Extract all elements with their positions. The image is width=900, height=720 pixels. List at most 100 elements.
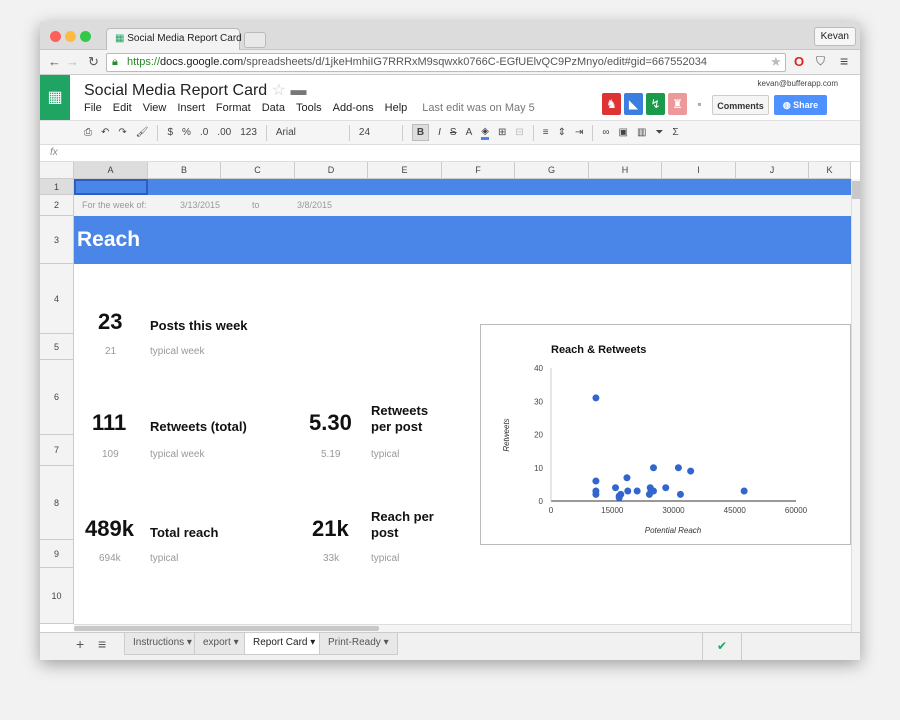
column-header-j[interactable]: J bbox=[736, 162, 809, 179]
row-header-8[interactable]: 8 bbox=[40, 466, 74, 540]
font-select[interactable]: Arial bbox=[276, 127, 340, 138]
vertical-scrollbar[interactable] bbox=[851, 179, 860, 632]
select-all-corner[interactable] bbox=[40, 162, 74, 179]
row-header-5[interactable]: 5 bbox=[40, 334, 74, 360]
currency-button[interactable]: $ bbox=[167, 127, 173, 138]
borders-icon[interactable]: ⊞ bbox=[498, 127, 506, 138]
text-color-button[interactable]: A bbox=[466, 127, 473, 138]
sheet-tab-instructions[interactable]: Instructions ▾ bbox=[124, 633, 201, 655]
row-header-9[interactable]: 9 bbox=[40, 540, 74, 568]
menu-format[interactable]: Format bbox=[216, 102, 251, 114]
paint-format-icon[interactable]: 🖌︎ bbox=[136, 127, 149, 138]
addon-icon-2[interactable]: ◣ bbox=[624, 93, 643, 115]
sheets-logo[interactable]: ▦ bbox=[40, 75, 70, 120]
sheet-tab-report-card[interactable]: Report Card ▾ bbox=[244, 633, 325, 655]
row-header-6[interactable]: 6 bbox=[40, 360, 74, 435]
comments-button[interactable]: Comments bbox=[712, 95, 769, 115]
menu-edit[interactable]: Edit bbox=[113, 102, 132, 114]
link-icon[interactable]: ∞ bbox=[602, 127, 609, 138]
row-header-4[interactable]: 4 bbox=[40, 264, 74, 334]
url-input[interactable]: 🔒︎ https://docs.google.com/spreadsheets/d… bbox=[106, 53, 786, 72]
more-formats-button[interactable]: 123 bbox=[240, 127, 257, 138]
font-size-select[interactable]: 24 bbox=[359, 127, 393, 138]
scrollbar-thumb[interactable] bbox=[74, 626, 379, 631]
reach-typical-value: 694k bbox=[99, 553, 121, 564]
chat-icon[interactable]: ▪ bbox=[690, 93, 709, 115]
column-header-d[interactable]: D bbox=[295, 162, 368, 179]
share-button[interactable]: ◍ Share bbox=[774, 95, 827, 115]
row-header-1[interactable]: 1 bbox=[40, 179, 74, 195]
merge-cells-icon[interactable]: ⊟ bbox=[515, 127, 523, 138]
increase-decimal-button[interactable]: .00 bbox=[217, 127, 231, 138]
menu-icon[interactable]: ≡ bbox=[840, 53, 848, 69]
undo-icon[interactable]: ↶ bbox=[101, 127, 109, 138]
formula-bar[interactable]: fx bbox=[40, 145, 860, 162]
data-point bbox=[612, 484, 620, 492]
column-header-i[interactable]: I bbox=[662, 162, 736, 179]
italic-button[interactable]: I bbox=[438, 127, 441, 138]
account-email[interactable]: kevan@bufferapp.com bbox=[758, 79, 838, 88]
print-icon[interactable]: ⎙ bbox=[84, 127, 92, 138]
profile-button[interactable]: Kevan bbox=[813, 27, 856, 46]
data-point bbox=[687, 467, 695, 475]
menu-insert[interactable]: Insert bbox=[177, 102, 205, 114]
star-icon[interactable]: ☆ bbox=[272, 82, 286, 99]
column-header-e[interactable]: E bbox=[368, 162, 442, 179]
menu-tools[interactable]: Tools bbox=[296, 102, 322, 114]
align-icon[interactable]: ≡ bbox=[543, 127, 549, 138]
redo-icon[interactable]: ↷ bbox=[118, 127, 126, 138]
close-window-button[interactable] bbox=[50, 31, 61, 42]
menu-view[interactable]: View bbox=[143, 102, 167, 114]
sheet-tab-print-ready[interactable]: Print-Ready ▾ bbox=[319, 633, 398, 655]
wrap-icon[interactable]: ⇥ bbox=[575, 127, 583, 138]
menu-addons[interactable]: Add-ons bbox=[333, 102, 374, 114]
row-header-2[interactable]: 2 bbox=[40, 195, 74, 216]
doc-title[interactable]: Social Media Report Card ☆ ▬ bbox=[84, 80, 306, 100]
opera-extension-icon[interactable]: O bbox=[794, 54, 804, 69]
all-sheets-icon[interactable]: ≡ bbox=[98, 636, 106, 652]
minimize-window-button[interactable] bbox=[65, 31, 76, 42]
row-header-7[interactable]: 7 bbox=[40, 435, 74, 466]
strikethrough-button[interactable]: S bbox=[450, 127, 457, 138]
forward-icon[interactable]: → bbox=[66, 54, 79, 69]
column-header-k[interactable]: K bbox=[809, 162, 851, 179]
bookmark-star-icon[interactable]: ★ bbox=[770, 54, 782, 70]
add-sheet-icon[interactable]: + bbox=[76, 636, 84, 652]
column-header-a[interactable]: A bbox=[74, 162, 148, 179]
column-header-h[interactable]: H bbox=[589, 162, 662, 179]
maximize-window-button[interactable] bbox=[80, 31, 91, 42]
comment-icon[interactable]: ▣ bbox=[619, 127, 628, 138]
decrease-decimal-button[interactable]: .0 bbox=[200, 127, 208, 138]
rt-per-post-label: Retweets per post bbox=[371, 403, 429, 434]
menu-help[interactable]: Help bbox=[385, 102, 408, 114]
menu-data[interactable]: Data bbox=[262, 102, 285, 114]
row-header-10[interactable]: 10 bbox=[40, 568, 74, 624]
folder-icon[interactable]: ▬ bbox=[290, 82, 306, 99]
back-icon[interactable]: ← bbox=[48, 54, 61, 69]
menu-file[interactable]: File bbox=[84, 102, 102, 114]
addon-icon-1[interactable]: ♞ bbox=[602, 93, 621, 115]
new-tab-button[interactable] bbox=[244, 32, 266, 48]
addon-icon-3[interactable]: ↯ bbox=[646, 93, 665, 115]
horizontal-scrollbar[interactable] bbox=[74, 624, 851, 632]
scatter-chart[interactable]: Reach & Retweets Potential Reach Retweet… bbox=[480, 324, 851, 545]
browser-tab[interactable]: ▦ Social Media Report Card × bbox=[106, 28, 250, 50]
fill-color-icon[interactable]: ◈ bbox=[481, 126, 489, 140]
bold-button[interactable]: B bbox=[411, 124, 430, 141]
sheet-tab-export[interactable]: export ▾ bbox=[194, 633, 248, 655]
vertical-scrollbar-thumb[interactable] bbox=[852, 181, 860, 199]
column-header-f[interactable]: F bbox=[442, 162, 515, 179]
functions-button[interactable]: Σ bbox=[672, 127, 678, 138]
row-header-3[interactable]: 3 bbox=[40, 216, 74, 264]
reload-icon[interactable]: ↻ bbox=[88, 54, 99, 70]
pocket-icon[interactable]: ⛉ bbox=[816, 54, 825, 69]
chart-icon[interactable]: ▥ bbox=[637, 127, 646, 138]
last-edit-link[interactable]: Last edit was on May 5 bbox=[422, 102, 535, 114]
column-header-b[interactable]: B bbox=[148, 162, 221, 179]
column-header-c[interactable]: C bbox=[221, 162, 295, 179]
vertical-align-icon[interactable]: ⇕ bbox=[558, 127, 566, 138]
addon-icon-4[interactable]: ♜ bbox=[668, 93, 687, 115]
column-header-g[interactable]: G bbox=[515, 162, 589, 179]
filter-icon[interactable]: ⏷ bbox=[655, 127, 663, 138]
percent-button[interactable]: % bbox=[182, 127, 191, 138]
